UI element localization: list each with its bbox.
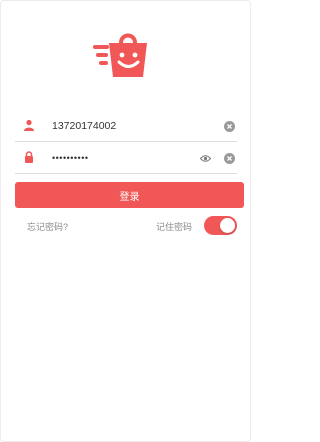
- user-icon: [24, 119, 34, 131]
- username-input[interactable]: [52, 116, 192, 136]
- clear-circle-icon[interactable]: [224, 121, 235, 132]
- smiling-bag-logo: [93, 33, 147, 77]
- eye-icon[interactable]: [200, 153, 211, 164]
- forgot-password-link[interactable]: 忘记密码?: [27, 220, 68, 233]
- login-screen: 登录 忘记密码? 记住密码: [0, 0, 251, 442]
- remember-password-toggle[interactable]: [204, 216, 237, 235]
- login-button[interactable]: 登录: [15, 182, 244, 208]
- remember-password-label: 记住密码: [156, 222, 193, 232]
- lock-icon: [25, 151, 33, 163]
- password-row: [15, 143, 237, 174]
- username-row: [15, 111, 237, 142]
- clear-circle-icon[interactable]: [224, 153, 235, 164]
- toggle-knob: [220, 218, 235, 233]
- password-input[interactable]: [52, 148, 192, 168]
